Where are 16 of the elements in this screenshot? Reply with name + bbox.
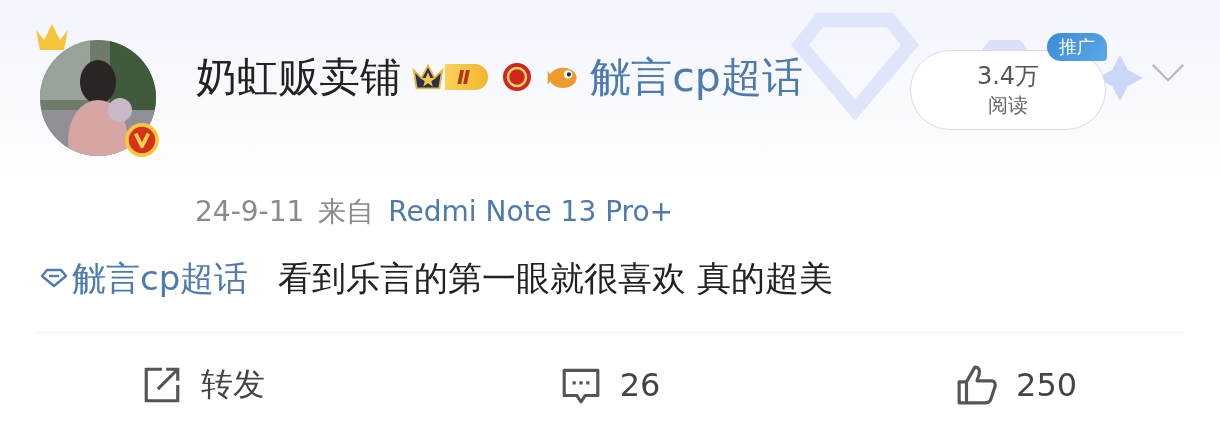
read-count: 3.4万 — [976, 61, 1040, 91]
diamond-icon — [40, 268, 68, 288]
action-label[interactable]: 250 — [1016, 366, 1078, 404]
promoted-tag: 推广 — [1047, 33, 1107, 61]
action-label[interactable]: 转发 — [201, 363, 266, 407]
source-link[interactable]: Redmi Note 13 Pro+ — [388, 192, 674, 232]
thumbs-up-icon[interactable] — [956, 364, 999, 406]
post-date: 24-9-11 — [195, 194, 305, 230]
source-prefix: 来自 — [318, 194, 375, 230]
post-text: 看到乐言的第一眼就很喜欢 真的超美 — [278, 257, 834, 300]
read-label: 阅读 — [988, 92, 1028, 119]
level-badge: Ⅱ — [411, 61, 489, 93]
action-label[interactable]: 26 — [619, 366, 661, 404]
topic-link[interactable]: 觥言cp超话 — [590, 53, 803, 101]
user-name[interactable]: 奶虹贩卖铺 — [196, 53, 401, 101]
topic-link[interactable]: 觥言cp超话 — [40, 254, 249, 302]
